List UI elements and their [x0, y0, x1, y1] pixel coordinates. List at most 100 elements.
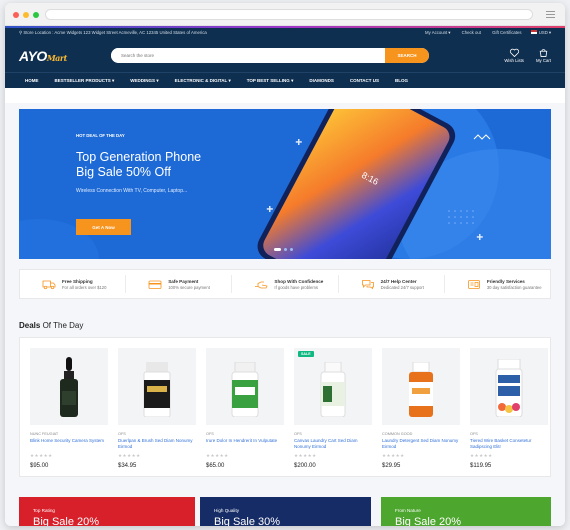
product-price: $200.00	[294, 463, 316, 469]
dropper-bottle-image	[60, 357, 78, 417]
product-price: $34.95	[118, 463, 137, 469]
my-account-link[interactable]: My Account	[425, 30, 447, 35]
deals-grid: NUNC FEUGIAT Blink Home Security Camera …	[19, 337, 551, 477]
chevron-down-icon: ▾	[291, 77, 294, 83]
sale-badge: SALE	[298, 351, 314, 357]
heart-icon	[509, 48, 519, 57]
chevron-down-icon: ▾	[112, 77, 115, 83]
chat-icon	[361, 279, 374, 289]
product-image[interactable]	[470, 348, 548, 425]
slider-pagination	[274, 248, 293, 251]
promo-banners: Top Rating Big Sale 20% High Quality Big…	[19, 497, 551, 526]
product-image[interactable]	[382, 348, 460, 425]
nav-home[interactable]: HOME	[25, 78, 39, 83]
nav-top-best-selling[interactable]: TOP BEST SELLING ▾	[247, 78, 294, 84]
nav-blog[interactable]: BLOG	[395, 78, 408, 83]
white-bottle-image	[320, 362, 346, 417]
site-logo[interactable]: AYOMart	[19, 48, 111, 64]
chevron-down-icon: ▾	[548, 29, 551, 35]
feature-free-shipping: Free Shipping For all orders over $120	[20, 275, 127, 293]
product-name[interactable]: Irure Dolor In Hendrerit In Vulputate	[206, 438, 284, 450]
slide-dot-3[interactable]	[290, 248, 293, 251]
card-icon	[148, 280, 162, 289]
feature-strip: Free Shipping For all orders over $120 Sa…	[19, 269, 551, 299]
rating-stars: ★★★★★	[206, 453, 229, 458]
nav-diamonds[interactable]: DIAMONDS	[309, 78, 334, 83]
browser-chrome	[5, 3, 565, 26]
product-name[interactable]: Tiered Wire Basket Consetetur Sadipscing…	[470, 438, 548, 450]
product-card[interactable]: SALE OFS Canvas Laundry Cart Sed Diam No…	[294, 348, 372, 476]
gummy-jar-image	[495, 359, 523, 417]
wishlist-button[interactable]: Wish Lists	[504, 48, 524, 63]
feature-friendly-services: Friendly Services 30 day satisfaction gua…	[445, 275, 550, 293]
product-price: $119.95	[470, 463, 492, 469]
hero-phone-illustration: 8:16	[257, 109, 491, 259]
hero-cta-button[interactable]: Get A Now	[76, 219, 131, 235]
main-nav: HOME BESTSELLER PRODUCTS ▾ WEDDINGS ▾ EL…	[5, 72, 565, 88]
chevron-down-icon: ▾	[228, 77, 231, 83]
currency-selector[interactable]: USD	[539, 30, 548, 35]
top-links: My Account▾ Check out Gift Certificates …	[415, 30, 551, 36]
search-input[interactable]	[111, 48, 385, 63]
site-header: AYOMart SEARCH Wish Lists My Cart	[5, 39, 565, 72]
gift-certificates-link[interactable]: Gift Certificates	[492, 30, 521, 35]
promo-banner-from-nature[interactable]: From Nature Big Sale 20%	[381, 497, 551, 526]
slide-dot-1[interactable]	[274, 248, 281, 251]
browser-window: ⚲ Store Location : Acme Widgets 123 Widg…	[5, 3, 565, 526]
product-name[interactable]: Duerlpan & Brush Sed Diam Nonumy Eirmod	[118, 438, 196, 450]
store-location: ⚲ Store Location : Acme Widgets 123 Widg…	[19, 29, 207, 35]
address-bar[interactable]	[45, 9, 533, 20]
page-content: 8:16 HOT DEAL OF THE DAY Top Generation …	[5, 103, 565, 526]
feature-help-center: 24/7 Help Center Dedicated 24/7 support	[339, 275, 445, 293]
hero-subtitle: Wireless Connection With TV, Computer, L…	[76, 188, 188, 194]
orange-bottle-image	[409, 362, 433, 417]
service-icon	[467, 279, 480, 289]
product-image[interactable]	[118, 348, 196, 425]
bag-icon	[539, 49, 548, 57]
product-name[interactable]: Canvas Laundry Cart Sed Diam Nonumy Eirm…	[294, 438, 372, 450]
maximize-window-icon[interactable]	[33, 12, 39, 18]
rating-stars: ★★★★★	[294, 453, 317, 458]
promo-banner-high-quality[interactable]: High Quality Big Sale 30%	[200, 497, 371, 526]
minimize-window-icon[interactable]	[23, 12, 29, 18]
product-card[interactable]: NUNC FEUGIAT Blink Home Security Camera …	[30, 348, 108, 476]
product-image[interactable]	[206, 348, 284, 425]
product-card[interactable]: OFS Irure Dolor In Hendrerit In Vulputat…	[206, 348, 284, 476]
nav-weddings[interactable]: WEDDINGS ▾	[130, 78, 158, 84]
nav-contact[interactable]: CONTACT US	[350, 78, 379, 83]
product-image[interactable]: SALE	[294, 348, 372, 425]
hero-banner: 8:16 HOT DEAL OF THE DAY Top Generation …	[19, 109, 551, 259]
currency-flag-icon	[530, 30, 537, 35]
product-card[interactable]: COMMON GOOD Laundry Detergent Sed Diam N…	[382, 348, 460, 476]
top-info-bar: ⚲ Store Location : Acme Widgets 123 Widg…	[5, 26, 565, 39]
feature-shop-confidence: Shop With Confidence If goods have proble…	[232, 275, 339, 293]
product-price: $29.95	[382, 463, 401, 469]
product-name[interactable]: Laundry Detergent Sed Diam Nonumy Eirmod	[382, 438, 460, 450]
browser-menu-icon[interactable]	[546, 11, 555, 20]
rating-stars: ★★★★★	[30, 453, 53, 458]
deals-section-title: Deals Of The Day	[19, 321, 84, 330]
nav-bestseller[interactable]: BESTSELLER PRODUCTS ▾	[55, 78, 115, 84]
chevron-down-icon: ▾	[448, 29, 451, 35]
slide-dot-2[interactable]	[284, 248, 287, 251]
rating-stars: ★★★★★	[118, 453, 141, 458]
product-card[interactable]: OFS Duerlpan & Brush Sed Diam Nonumy Eir…	[118, 348, 196, 476]
product-name[interactable]: Blink Home Security Camera System	[30, 438, 108, 450]
promo-banner-top-rating[interactable]: Top Rating Big Sale 20%	[19, 497, 195, 526]
rating-stars: ★★★★★	[382, 453, 405, 458]
close-window-icon[interactable]	[13, 12, 19, 18]
checkout-link[interactable]: Check out	[462, 30, 481, 35]
rating-stars: ★★★★★	[470, 453, 493, 458]
nav-electronic[interactable]: ELECTRONIC & DIGITAL ▾	[175, 78, 231, 84]
search-bar: SEARCH	[111, 48, 429, 63]
green-jar-image	[231, 362, 259, 417]
product-price: $95.00	[30, 463, 49, 469]
product-image[interactable]	[30, 348, 108, 425]
truck-icon	[42, 280, 56, 289]
cart-button[interactable]: My Cart	[536, 48, 551, 63]
product-card[interactable]: OFS Tiered Wire Basket Consetetur Sadips…	[470, 348, 548, 476]
cbd-jar-image	[143, 362, 171, 417]
hand-icon	[255, 281, 268, 288]
header-actions: Wish Lists My Cart	[504, 48, 551, 63]
search-button[interactable]: SEARCH	[385, 48, 429, 63]
